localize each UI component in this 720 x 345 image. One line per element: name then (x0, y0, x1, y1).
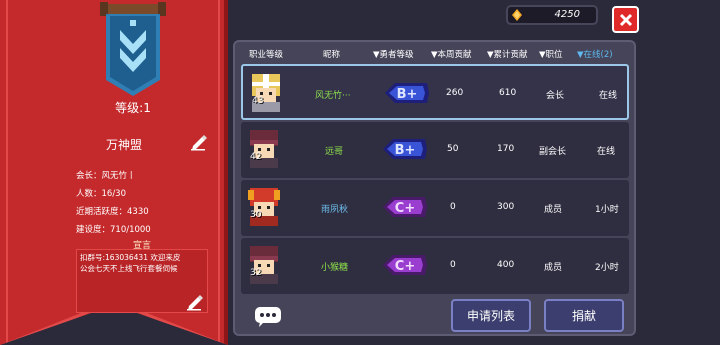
member-name: 雨夙秋 (321, 205, 349, 215)
header-weekly-contribution[interactable]: ▼本周贡献 (431, 48, 472, 60)
close-button[interactable] (612, 6, 639, 33)
chat-bubble-icon[interactable] (254, 306, 282, 328)
member-role: 成员 (544, 263, 563, 273)
member-level: 30 (250, 210, 262, 220)
rank-badge-icon: C+ (383, 197, 427, 217)
notice-line: 公会七天不上线飞行套餐伺候 (80, 264, 178, 273)
member-row[interactable]: 32 小猴糖 C+ 0 400 成员 2小时 (241, 238, 629, 294)
edit-name-pencil-icon[interactable] (190, 133, 208, 151)
guild-level: 等级:1 (115, 101, 151, 115)
member-row[interactable]: 43 风无竹··· B+ 260 610 会长 在线 (241, 64, 629, 120)
rogue-avatar-icon (250, 246, 278, 284)
member-name: 远哥 (325, 147, 344, 157)
header-hero-level[interactable]: ▼勇者等级 (373, 48, 414, 60)
close-icon (619, 13, 632, 26)
rogue-avatar-icon (250, 130, 278, 168)
member-role: 副会长 (539, 147, 567, 157)
member-weekly: 0 (450, 260, 456, 270)
guild-stats: 会长：风无竹丨 人数：16/30 近期活跃度：4330 建设度：710/1000 (76, 167, 151, 239)
member-online: 在线 (597, 147, 616, 157)
berserker-avatar-icon (248, 188, 280, 226)
member-weekly: 0 (450, 202, 456, 212)
rank-grade: C+ (395, 201, 415, 216)
apply-list-button[interactable]: 申请列表 (451, 299, 531, 332)
member-panel: 职业等级 昵称 ▼勇者等级 ▼本周贡献 ▼累计贡献 ▼职位 ▼在线(2) 43 … (233, 40, 636, 336)
guild-construction: 建设度：710/1000 (76, 225, 151, 235)
member-level: 32 (250, 268, 262, 278)
member-total: 170 (497, 144, 515, 154)
member-online: 在线 (599, 91, 618, 101)
guild-emblem-pennant-icon (100, 2, 166, 96)
member-role: 会长 (546, 91, 565, 101)
member-online: 1小时 (595, 205, 619, 215)
guild-activity: 近期活跃度：4330 (76, 207, 149, 217)
gold-counter: 4250 (506, 5, 598, 25)
member-total: 400 (497, 260, 515, 270)
member-role: 成员 (544, 205, 563, 215)
guild-member-count: 人数：16/30 (76, 189, 126, 199)
member-total: 610 (499, 88, 517, 98)
edit-notice-pencil-icon[interactable] (186, 293, 204, 311)
header-nickname[interactable]: 昵称 (323, 48, 340, 60)
member-row[interactable]: 30 雨夙秋 C+ 0 300 成员 1小时 (241, 180, 629, 236)
rank-badge-icon: C+ (383, 255, 427, 275)
member-weekly: 260 (446, 88, 464, 98)
member-weekly: 50 (447, 144, 459, 154)
rank-badge-icon: B+ (383, 139, 427, 159)
header-position[interactable]: ▼职位 (539, 48, 563, 60)
gold-amount: 4250 (554, 9, 580, 20)
guild-name: 万神盟 (106, 138, 143, 152)
member-name: 小猴糖 (321, 263, 349, 273)
header-class-level[interactable]: 职业等级 (249, 48, 283, 60)
member-online: 2小时 (595, 263, 619, 273)
rank-grade: B+ (397, 87, 418, 102)
guild-leader: 会长：风无竹丨 (76, 171, 136, 181)
notice-line: 扣群号:163036431 欢迎来皮 (80, 253, 181, 262)
knight-avatar-icon (252, 74, 280, 112)
member-level: 42 (250, 152, 262, 162)
gold-coin-icon (512, 9, 522, 21)
rank-badge-icon: B+ (385, 83, 429, 103)
member-total: 300 (497, 202, 515, 212)
header-online[interactable]: ▼在线(2) (577, 48, 613, 60)
member-level: 43 (252, 96, 264, 106)
member-row[interactable]: 42 远哥 B+ 50 170 副会长 在线 (241, 122, 629, 178)
header-total-contribution[interactable]: ▼累计贡献 (487, 48, 528, 60)
rank-grade: C+ (395, 259, 415, 274)
donate-button[interactable]: 捐献 (544, 299, 624, 332)
member-name: 风无竹··· (315, 91, 351, 101)
rank-grade: B+ (395, 143, 416, 158)
